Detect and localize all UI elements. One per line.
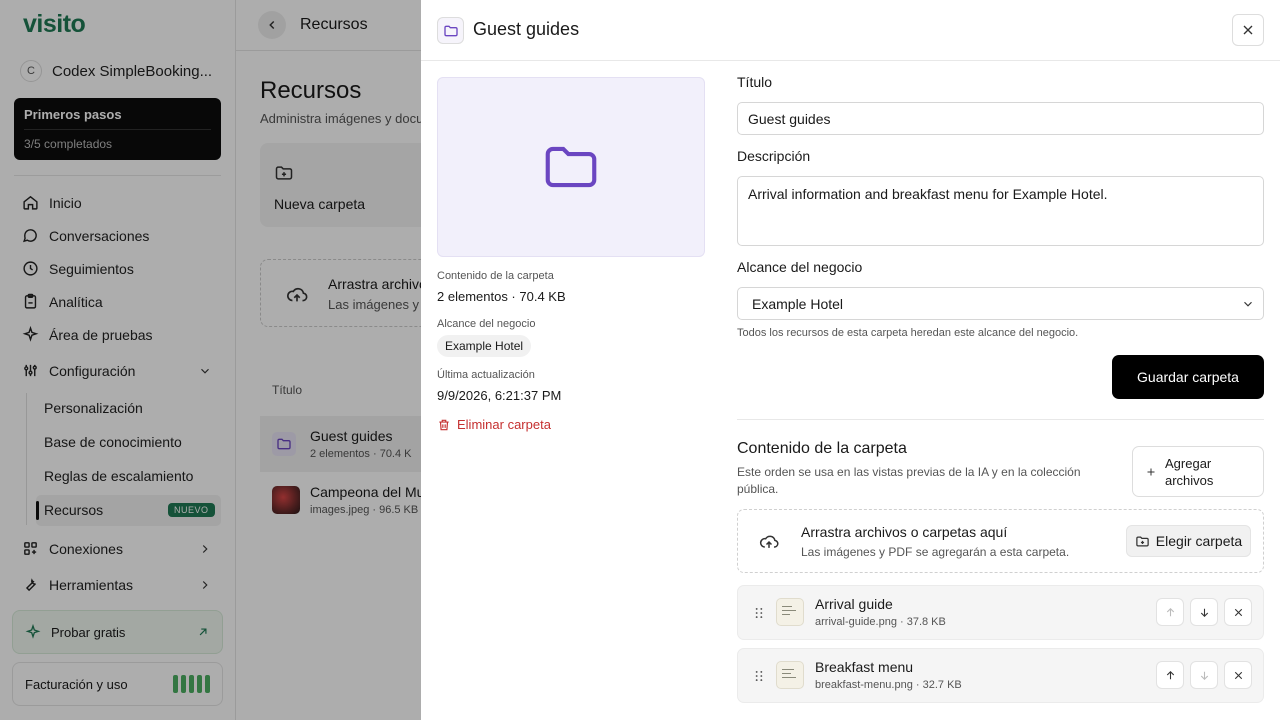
description-label: Descripción xyxy=(737,148,811,164)
updated-label: Última actualización xyxy=(437,369,535,381)
arrow-up-icon xyxy=(1166,670,1174,679)
contents-title: Contenido de la carpeta xyxy=(737,440,907,457)
add-files-label-1: Agregar xyxy=(1165,455,1212,471)
remove-file-button[interactable] xyxy=(1224,598,1252,626)
scope-select-value: Example Hotel xyxy=(752,295,844,312)
content-value: 2 elementos · 70.4 KB xyxy=(437,289,566,304)
add-files-label-2: archivos xyxy=(1165,472,1214,488)
arrow-up-icon xyxy=(1166,607,1174,616)
file-meta: arrival-guide.png · 37.8 KB xyxy=(815,616,946,628)
file-thumbnail xyxy=(776,661,804,689)
folder-icon xyxy=(437,17,464,44)
arrow-down-icon xyxy=(1200,671,1208,680)
title-label: Título xyxy=(737,74,773,90)
scope-label: Alcance del negocio xyxy=(437,318,536,330)
scope-select[interactable]: Example Hotel xyxy=(737,287,1264,320)
file-item[interactable]: Arrival guide arrival-guide.png · 37.8 K… xyxy=(737,585,1264,640)
choose-folder-button[interactable]: Elegir carpeta xyxy=(1126,525,1251,557)
upload-cloud-icon xyxy=(759,535,779,548)
title-input[interactable]: Guest guides xyxy=(737,102,1264,135)
drag-handle-icon[interactable] xyxy=(752,604,766,622)
folder-detail-panel: Guest guides Contenido de la carpeta 2 e… xyxy=(421,0,1280,720)
file-meta: breakfast-menu.png · 32.7 KB xyxy=(815,679,962,691)
close-button[interactable] xyxy=(1232,14,1264,46)
file-name: Breakfast menu xyxy=(815,659,914,675)
panel-header: Guest guides xyxy=(421,0,1280,61)
dropzone-title: Arrastra archivos o carpetas aquí xyxy=(801,524,1008,540)
close-icon xyxy=(1234,671,1242,679)
scope-chip: Example Hotel xyxy=(437,335,532,357)
choose-folder-label: Elegir carpeta xyxy=(1155,533,1243,549)
folder-icon xyxy=(545,146,597,188)
close-icon xyxy=(1234,608,1242,616)
description-textarea[interactable]: Arrival information and breakfast menu f… xyxy=(737,176,1264,246)
close-icon xyxy=(1243,25,1253,35)
scope-help-text: Todos los recursos de esta carpeta hered… xyxy=(737,327,1079,339)
delete-label: Eliminar carpeta xyxy=(457,417,551,432)
arrow-down-icon xyxy=(1200,608,1208,617)
divider xyxy=(737,419,1264,420)
files-dropzone[interactable]: Arrastra archivos o carpetas aquí Las im… xyxy=(737,509,1264,573)
trash-icon xyxy=(439,419,449,430)
save-folder-button[interactable]: Guardar carpeta xyxy=(1112,355,1264,399)
move-up-button[interactable] xyxy=(1156,598,1184,626)
file-thumbnail xyxy=(776,598,804,626)
plus-icon xyxy=(1147,468,1155,475)
panel-title: Guest guides xyxy=(473,19,580,39)
file-name: Arrival guide xyxy=(815,596,893,612)
contents-description: Este orden se usa en las vistas previas … xyxy=(737,465,1081,496)
content-label: Contenido de la carpeta xyxy=(437,270,554,282)
add-files-button[interactable]: Agregar archivos xyxy=(1132,446,1264,497)
updated-value: 9/9/2026, 6:21:37 PM xyxy=(437,388,562,403)
file-item[interactable]: Breakfast menu breakfast-menu.png · 32.7… xyxy=(737,648,1264,703)
scope-select-label: Alcance del negocio xyxy=(737,259,863,275)
move-up-button[interactable] xyxy=(1156,661,1184,689)
folder-plus-icon xyxy=(1136,536,1149,546)
delete-folder-button[interactable]: Eliminar carpeta xyxy=(437,417,551,432)
move-down-button[interactable] xyxy=(1190,598,1218,626)
folder-preview xyxy=(437,77,705,257)
move-down-button[interactable] xyxy=(1190,661,1218,689)
chevron-down-icon xyxy=(1244,301,1252,307)
remove-file-button[interactable] xyxy=(1224,661,1252,689)
dropzone-subtitle: Las imágenes y PDF se agregarán a esta c… xyxy=(801,545,1070,559)
drag-handle-icon[interactable] xyxy=(752,667,766,685)
